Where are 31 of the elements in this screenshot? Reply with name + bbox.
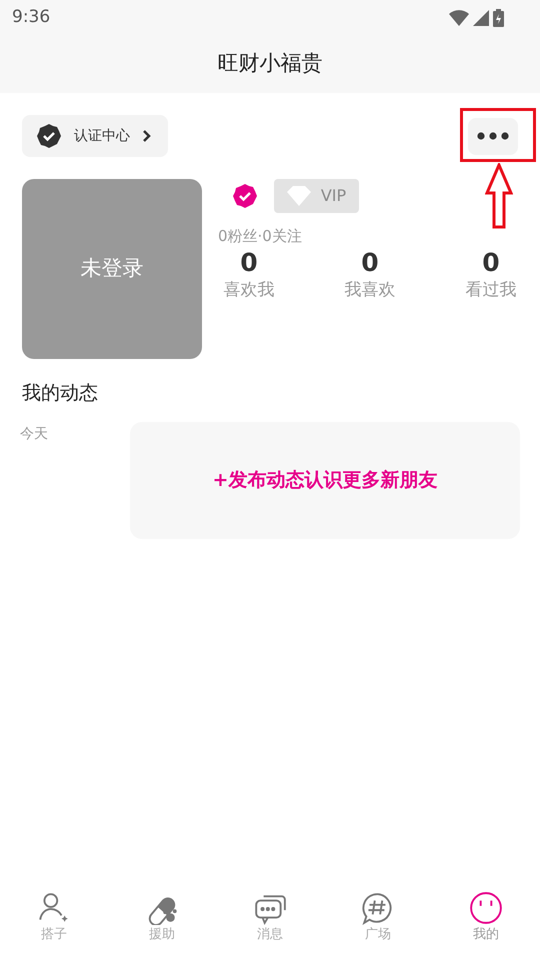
- page-title: 旺财小福贵: [218, 50, 322, 78]
- section-title: 我的动态: [22, 381, 98, 406]
- tab-item[interactable]: 消息: [235, 891, 305, 944]
- wifi-icon: [449, 10, 469, 26]
- certification-button[interactable]: 认证中心: [22, 115, 168, 157]
- vip-badge[interactable]: VIP: [274, 179, 359, 213]
- more-button[interactable]: [468, 118, 518, 154]
- stat-label: 我喜欢: [344, 278, 396, 302]
- avatar-label: 未登录: [80, 255, 144, 282]
- post-prompt-card[interactable]: +发布动态认识更多新朋友: [130, 422, 520, 538]
- stat-label: 喜欢我: [224, 278, 274, 302]
- stat-count: 0: [482, 248, 500, 278]
- more-icon: [477, 132, 509, 140]
- arrow-up-icon: [485, 163, 513, 229]
- follow-summary: 0粉丝·0关注: [218, 226, 302, 247]
- tab-item[interactable]: 我的: [451, 891, 521, 944]
- battery-icon: [493, 8, 504, 26]
- date-label: 今天: [20, 424, 49, 444]
- avatar-placeholder[interactable]: 未登录: [22, 179, 202, 359]
- check-badge-icon: [36, 123, 62, 149]
- tab-item[interactable]: 广场: [343, 891, 413, 944]
- face-icon: [469, 891, 503, 925]
- stat-count: 0: [240, 248, 258, 278]
- tab-item[interactable]: 搭子: [19, 891, 89, 944]
- stat-count: 0: [361, 248, 379, 278]
- stat-label: 看过我: [466, 278, 516, 302]
- signal-icon: [473, 10, 489, 26]
- status-time: 9:36: [12, 6, 50, 29]
- tab-item[interactable]: 援助: [127, 891, 197, 944]
- diamond-icon: [286, 186, 311, 206]
- chevron-right-icon: [142, 129, 151, 143]
